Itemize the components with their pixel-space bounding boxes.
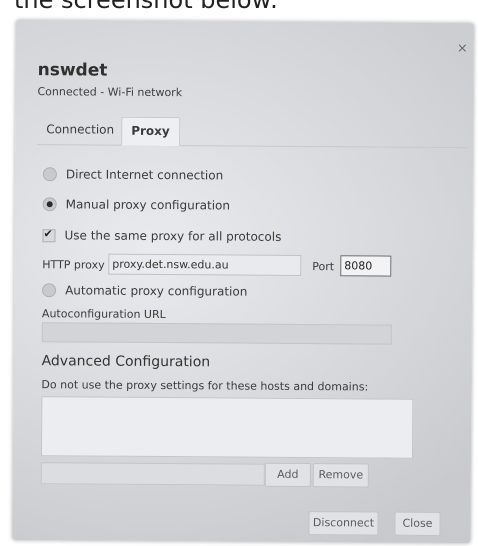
automatic-proxy-radio[interactable] <box>42 283 57 298</box>
caption-text: the screenshot below: <box>14 0 278 14</box>
photo-frame: the screenshot below: × nswdet Connected… <box>0 0 478 546</box>
disconnect-button[interactable]: Disconnect <box>308 511 379 536</box>
port-input[interactable]: 8080 <box>340 255 392 277</box>
close-button[interactable]: Close <box>394 511 441 536</box>
direct-connection-radio[interactable] <box>42 167 57 182</box>
same-proxy-checkbox[interactable] <box>42 228 56 242</box>
direct-connection-label: Direct Internet connection <box>65 167 224 183</box>
same-proxy-label: Use the same proxy for all protocols <box>64 228 282 244</box>
http-proxy-input[interactable]: proxy.det.nsw.edu.au <box>108 253 302 276</box>
remove-host-button[interactable]: Remove <box>312 463 369 488</box>
automatic-proxy-option[interactable]: Automatic proxy configuration <box>42 283 248 299</box>
tab-connection[interactable]: Connection <box>37 116 123 143</box>
autoconfiguration-url-input[interactable] <box>41 322 392 345</box>
same-proxy-option[interactable]: Use the same proxy for all protocols <box>42 228 281 244</box>
tab-bar: Connection Proxy <box>37 116 468 149</box>
add-host-button[interactable]: Add <box>264 462 311 488</box>
http-proxy-label: HTTP proxy <box>42 258 105 272</box>
ignore-hosts-description: Do not use the proxy settings for these … <box>41 378 369 394</box>
close-icon[interactable]: × <box>457 41 468 56</box>
new-host-input[interactable] <box>40 462 265 486</box>
direct-connection-option[interactable]: Direct Internet connection <box>42 167 224 183</box>
ignored-hosts-list[interactable] <box>40 396 414 459</box>
network-details-dialog: × nswdet Connected - Wi-Fi network Conne… <box>12 20 474 544</box>
manual-proxy-label: Manual proxy configuration <box>65 197 231 213</box>
port-label: Port <box>312 260 335 274</box>
manual-proxy-option[interactable]: Manual proxy configuration <box>42 197 231 213</box>
network-name: nswdet <box>37 60 108 81</box>
tab-proxy[interactable]: Proxy <box>121 116 180 147</box>
network-status: Connected - Wi-Fi network <box>37 85 183 100</box>
automatic-proxy-label: Automatic proxy configuration <box>65 283 248 299</box>
autoconfiguration-url-label: Autoconfiguration URL <box>41 307 166 322</box>
advanced-configuration-heading: Advanced Configuration <box>41 353 211 371</box>
manual-proxy-radio[interactable] <box>42 197 57 212</box>
